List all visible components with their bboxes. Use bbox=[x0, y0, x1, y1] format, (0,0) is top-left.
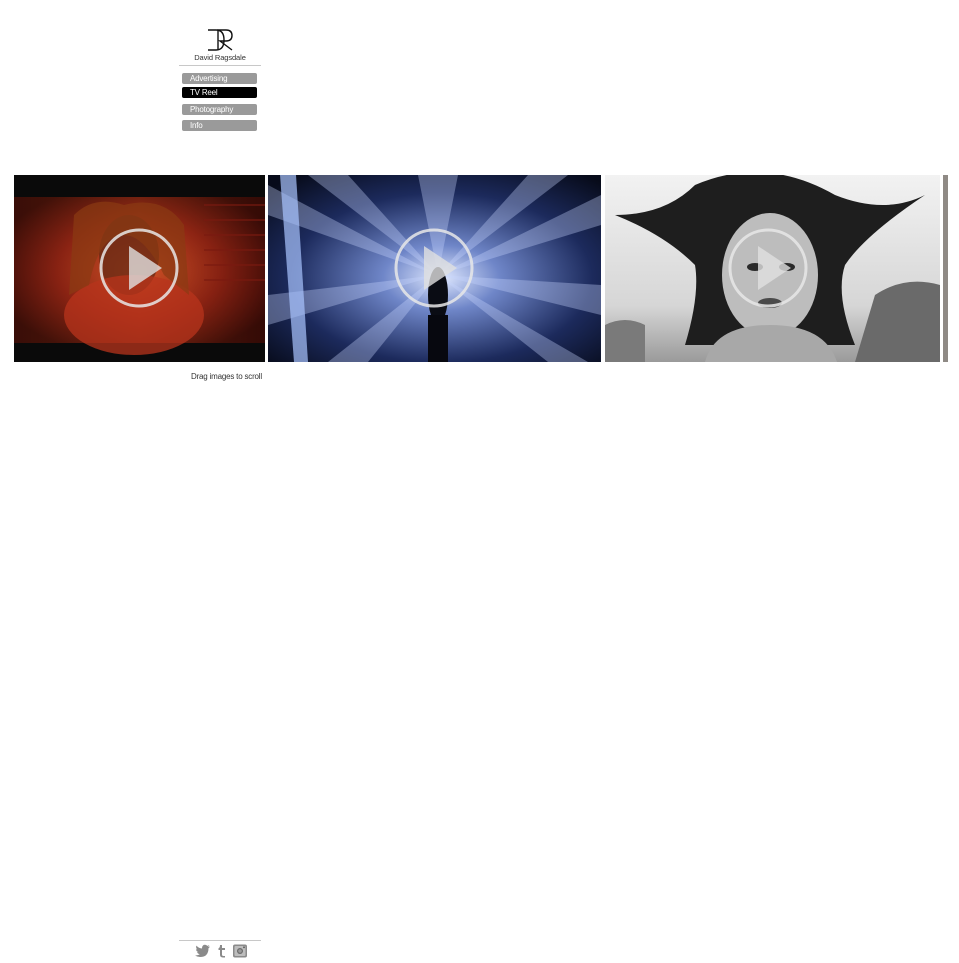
scroll-hint: Drag images to scroll bbox=[191, 372, 262, 381]
reel-thumbnail-2[interactable] bbox=[268, 175, 601, 362]
dr-monogram-icon bbox=[208, 29, 233, 51]
footer-divider bbox=[179, 940, 261, 941]
play-icon[interactable] bbox=[393, 227, 475, 309]
nav-item-info[interactable]: Info bbox=[182, 120, 257, 131]
play-icon[interactable] bbox=[98, 227, 180, 309]
twitter-icon[interactable] bbox=[195, 944, 211, 958]
reel-thumbnail-4[interactable] bbox=[943, 175, 948, 362]
brand-name: David Ragsdale bbox=[194, 53, 246, 62]
logo[interactable]: David Ragsdale bbox=[180, 28, 260, 66]
page: David Ragsdale Advertising TV Reel Photo… bbox=[0, 0, 959, 963]
reel-strip[interactable] bbox=[14, 175, 948, 362]
header-divider bbox=[179, 65, 261, 66]
reel-thumbnail-3[interactable] bbox=[605, 175, 940, 362]
tumblr-icon[interactable] bbox=[214, 944, 230, 958]
nav-item-tv-reel[interactable]: TV Reel bbox=[182, 87, 257, 98]
reel-thumbnail-1[interactable] bbox=[14, 175, 265, 362]
nav-item-photography[interactable]: Photography bbox=[182, 104, 257, 115]
instagram-icon[interactable] bbox=[232, 944, 248, 958]
nav-item-advertising[interactable]: Advertising bbox=[182, 73, 257, 84]
play-icon[interactable] bbox=[727, 227, 809, 309]
